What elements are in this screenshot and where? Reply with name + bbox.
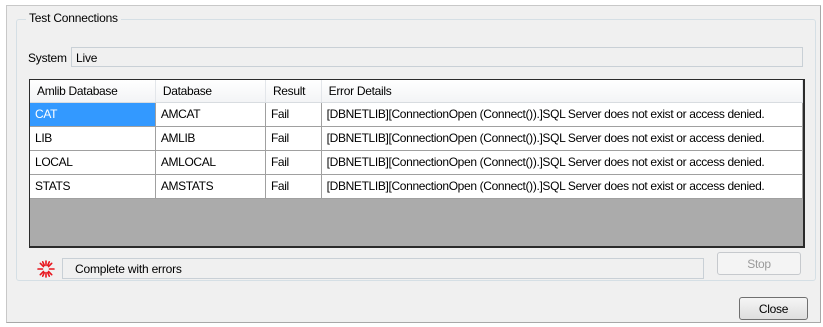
close-button[interactable]: Close (739, 297, 808, 320)
group-title: Test Connections (26, 11, 121, 25)
cell-error-details[interactable]: [DBNETLIB][ConnectionOpen (Connect()).]S… (321, 150, 803, 175)
connections-grid[interactable]: Amlib Database Database Result Error Det… (29, 79, 805, 248)
cell-database[interactable]: AMSTATS (155, 174, 266, 199)
cell-database[interactable]: AMLIB (155, 126, 266, 151)
table-row[interactable]: LOCAL AMLOCAL Fail [DBNETLIB][Connection… (30, 150, 803, 175)
table-row[interactable]: LIB AMLIB Fail [DBNETLIB][ConnectionOpen… (30, 126, 803, 151)
cell-error-details[interactable]: [DBNETLIB][ConnectionOpen (Connect()).]S… (321, 174, 803, 199)
header-row: Amlib Database Database Result Error Det… (30, 80, 803, 103)
status-text: Complete with errors (62, 258, 704, 279)
system-field: Live (71, 47, 803, 67)
cell-result[interactable]: Fail (265, 102, 322, 127)
cell-result[interactable]: Fail (265, 126, 322, 151)
column-header-amlib-database[interactable]: Amlib Database (30, 80, 156, 103)
table-row[interactable]: CAT AMCAT Fail [DBNETLIB][ConnectionOpen… (30, 102, 803, 127)
connections-table: Amlib Database Database Result Error Det… (30, 80, 803, 199)
stop-button[interactable]: Stop (717, 252, 801, 275)
cell-amlib-database[interactable]: CAT (30, 102, 156, 127)
cell-amlib-database[interactable]: STATS (30, 174, 156, 199)
cell-error-details[interactable]: [DBNETLIB][ConnectionOpen (Connect()).]S… (321, 126, 803, 151)
column-header-result[interactable]: Result (265, 80, 322, 103)
cell-result[interactable]: Fail (265, 174, 322, 199)
test-connections-dialog: Test Connections System Live Amlib Datab… (6, 5, 821, 323)
cell-database[interactable]: AMCAT (155, 102, 266, 127)
cell-amlib-database[interactable]: LIB (30, 126, 156, 151)
cell-error-details[interactable]: [DBNETLIB][ConnectionOpen (Connect()).]S… (321, 102, 803, 127)
system-label: System (28, 51, 67, 65)
cell-database[interactable]: AMLOCAL (155, 150, 266, 175)
column-header-database[interactable]: Database (155, 80, 266, 103)
spinner-icon (37, 260, 55, 278)
column-header-error-details[interactable]: Error Details (321, 80, 803, 103)
table-row[interactable]: STATS AMSTATS Fail [DBNETLIB][Connection… (30, 174, 803, 199)
cell-amlib-database[interactable]: LOCAL (30, 150, 156, 175)
cell-result[interactable]: Fail (265, 150, 322, 175)
